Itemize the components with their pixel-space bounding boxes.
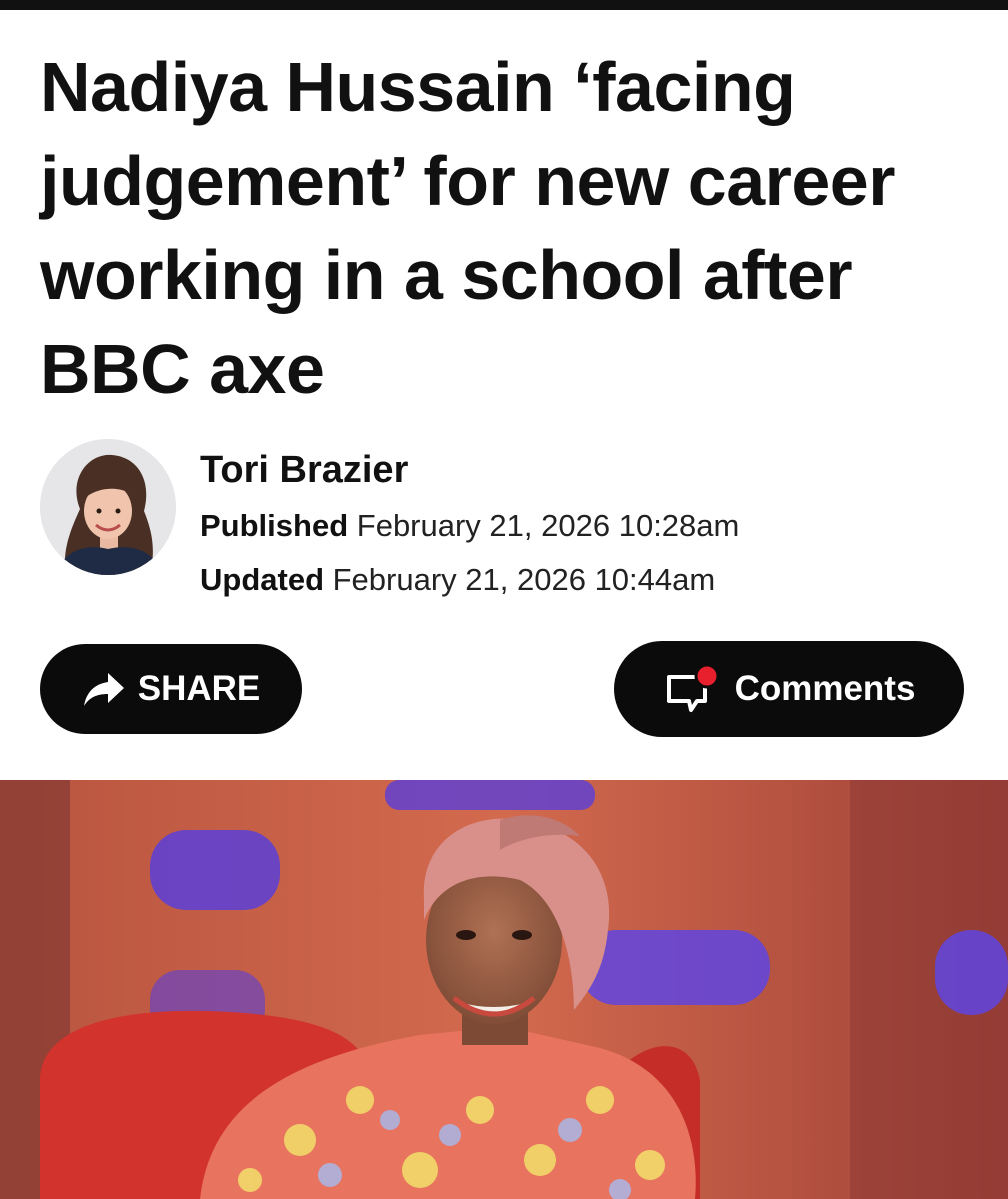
- comments-label: Comments: [734, 669, 916, 708]
- comments-button[interactable]: Comments: [614, 641, 964, 737]
- updated-date: February 21, 2026 10:44am: [332, 562, 716, 597]
- comment-bubble-icon: [666, 663, 720, 712]
- share-button[interactable]: SHARE: [40, 644, 302, 734]
- share-label: SHARE: [137, 669, 261, 708]
- share-arrow-icon: [83, 673, 124, 706]
- article-headline: Nadiya Hussain ‘facing judgement’ for ne…: [40, 48, 895, 408]
- published-row: Published February 21, 2026 10:28am: [200, 506, 739, 546]
- author-name[interactable]: Tori Brazier: [200, 446, 408, 494]
- author-avatar[interactable]: [40, 439, 176, 575]
- top-bar: [0, 0, 1008, 10]
- notification-dot: [694, 663, 720, 689]
- updated-row: Updated February 21, 2026 10:44am: [200, 560, 715, 600]
- published-date: February 21, 2026 10:28am: [356, 508, 740, 543]
- updated-label: Updated: [200, 562, 324, 597]
- article-hero-image[interactable]: [0, 780, 1008, 1199]
- published-label: Published: [200, 508, 349, 543]
